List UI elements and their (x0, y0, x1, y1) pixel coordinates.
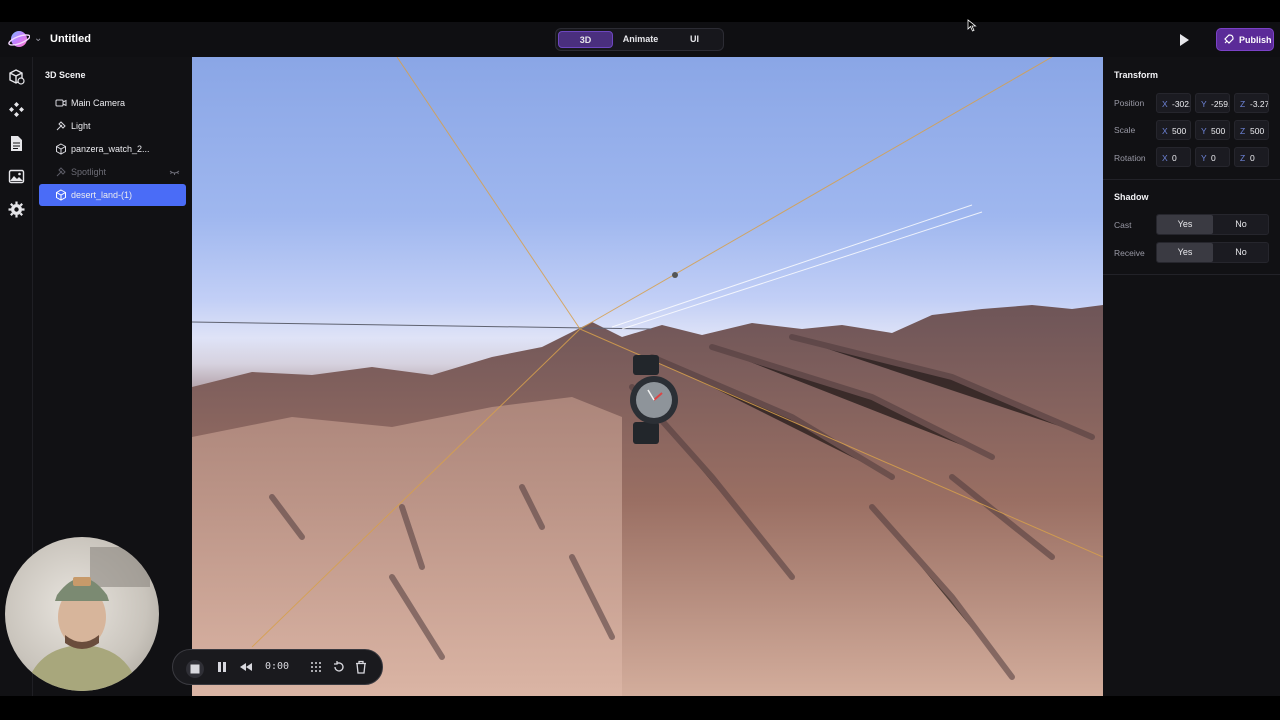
transform-title: Transform (1114, 70, 1159, 80)
publish-label: Publish (1239, 35, 1272, 45)
scene-panel-title: 3D Scene (45, 70, 86, 80)
rotation-z-value: 0 (1250, 153, 1255, 163)
viewport-scene (192, 57, 1103, 696)
tab-animate[interactable]: Animate (613, 31, 668, 48)
scene-item-label: Main Camera (71, 98, 126, 108)
cube-icon (56, 143, 66, 155)
axis-x: X (1162, 99, 1168, 109)
tab-ui[interactable]: UI (668, 31, 721, 48)
rotation-x-field[interactable]: X 0 (1156, 147, 1191, 167)
rocket-icon (1224, 34, 1234, 44)
receive-label: Receive (1114, 248, 1145, 258)
document-title[interactable]: Untitled (50, 33, 91, 45)
image-icon[interactable] (8, 168, 25, 185)
position-y-field[interactable]: Y -259. (1195, 93, 1230, 113)
document-icon[interactable] (8, 135, 25, 152)
scale-z-field[interactable]: Z 500 (1234, 120, 1269, 140)
position-z-field[interactable]: Z -3.27 (1234, 93, 1269, 113)
scale-x-value: 500 (1172, 126, 1187, 136)
position-x-field[interactable]: X -302. (1156, 93, 1191, 113)
rotation-y-field[interactable]: Y 0 (1195, 147, 1230, 167)
axis-y: Y (1201, 153, 1207, 163)
position-z-value: -3.27 (1250, 99, 1268, 109)
scene-item-desert-land[interactable]: desert_land-(1) (39, 184, 186, 206)
3d-viewport[interactable] (192, 57, 1103, 696)
properties-panel: Transform Position X -302. Y -259. Z -3.… (1103, 57, 1280, 696)
logo-chevron-down-icon[interactable]: ⌄ (34, 33, 42, 44)
rotation-z-field[interactable]: Z 0 (1234, 147, 1269, 167)
mode-switcher: 3D Animate UI (555, 28, 724, 51)
axis-z: Z (1240, 99, 1246, 109)
components-icon[interactable] (8, 101, 25, 118)
app-logo[interactable] (8, 28, 30, 50)
scale-y-field[interactable]: Y 500 (1195, 120, 1230, 140)
spotlight-icon (56, 167, 66, 177)
cast-label: Cast (1114, 220, 1132, 230)
scale-y-value: 500 (1211, 126, 1226, 136)
receive-yes-button[interactable]: Yes (1157, 243, 1213, 262)
playback-controls: 0:00 (172, 649, 383, 685)
pause-icon[interactable] (215, 660, 229, 674)
cast-no-button[interactable]: No (1213, 215, 1269, 234)
light-icon (56, 121, 66, 131)
cube-icon (56, 189, 66, 201)
position-y-value: -259. (1211, 99, 1229, 109)
grid-dots-icon[interactable] (309, 660, 323, 674)
scene-item-label: panzera_watch_2... (71, 144, 150, 154)
position-label: Position (1114, 98, 1145, 108)
axis-z: Z (1240, 153, 1246, 163)
cast-toggle: Yes No (1156, 214, 1269, 235)
screen-bottom-bar (0, 696, 1280, 720)
scene-item-spotlight[interactable]: Spotlight (39, 161, 186, 183)
scene-item-main-camera[interactable]: Main Camera (39, 92, 186, 114)
rewind-icon[interactable] (239, 660, 253, 674)
screen-top-bar (0, 0, 1280, 22)
trash-icon[interactable] (354, 660, 368, 674)
playback-time: 0:00 (265, 661, 290, 672)
scene-item-light[interactable]: Light (39, 115, 186, 137)
cast-yes-button[interactable]: Yes (1157, 215, 1213, 234)
camera-icon (55, 99, 67, 107)
scale-label: Scale (1114, 125, 1136, 135)
axis-y: Y (1201, 99, 1207, 109)
axis-x: X (1162, 153, 1168, 163)
axis-z: Z (1240, 126, 1246, 136)
reset-icon[interactable] (332, 660, 346, 674)
divider (1103, 274, 1280, 275)
axis-x: X (1162, 126, 1168, 136)
shadow-title: Shadow (1114, 192, 1149, 202)
scale-x-field[interactable]: X 500 (1156, 120, 1191, 140)
presenter-video (25, 547, 150, 691)
axis-y: Y (1201, 126, 1207, 136)
receive-no-button[interactable]: No (1213, 243, 1269, 262)
receive-toggle: Yes No (1156, 242, 1269, 263)
rotation-x-value: 0 (1172, 153, 1177, 163)
scene-item-panzera-watch[interactable]: panzera_watch_2... (39, 138, 186, 160)
webcam-overlay (5, 537, 159, 691)
scene-item-label: desert_land-(1) (71, 190, 133, 200)
scene-item-label: Light (71, 121, 91, 131)
scene-item-label: Spotlight (71, 167, 107, 177)
play-icon[interactable] (1176, 32, 1192, 48)
tab-3d[interactable]: 3D (558, 31, 613, 48)
settings-icon[interactable] (8, 201, 25, 218)
eye-hidden-icon[interactable] (169, 167, 180, 177)
app-header: ⌄ Untitled 3D Animate UI Publish (0, 22, 1280, 57)
rotation-label: Rotation (1114, 153, 1146, 163)
scale-z-value: 500 (1250, 126, 1265, 136)
position-x-value: -302. (1172, 99, 1190, 109)
stop-icon[interactable] (186, 660, 204, 678)
divider (1103, 179, 1280, 180)
mouse-cursor-icon (967, 19, 977, 32)
objects-icon[interactable] (8, 68, 25, 85)
publish-button[interactable]: Publish (1216, 28, 1274, 51)
rotation-y-value: 0 (1211, 153, 1216, 163)
